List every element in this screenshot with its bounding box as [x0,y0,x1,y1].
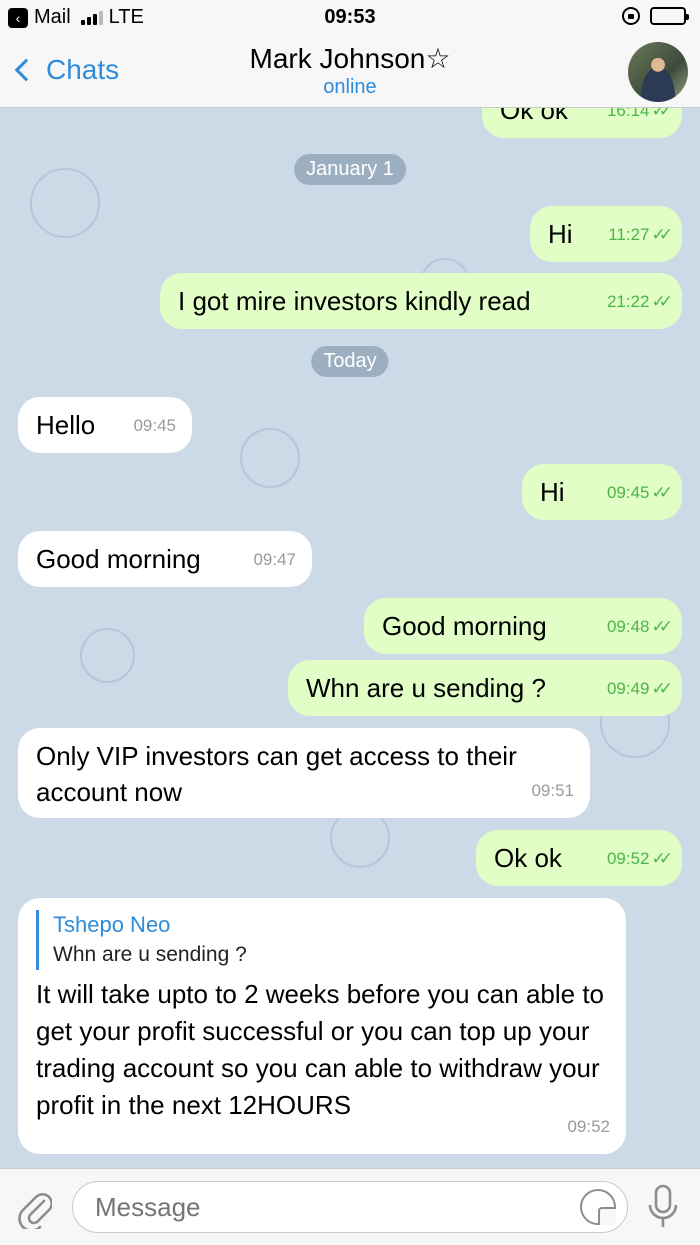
message-text: Good morning [36,544,201,574]
message-time: 09:45 [606,483,650,502]
message-meta: 11:27 ✓✓ [608,217,673,253]
read-ticks-icon: ✓✓ [651,679,673,698]
message-incoming[interactable]: Only VIP investors can get access to the… [18,728,590,818]
read-ticks-icon: ✓✓ [651,108,673,120]
message-time: 11:27 [608,225,650,244]
message-time: 09:52 [606,849,650,868]
message-time: 21:22 [606,292,650,311]
message-incoming-reply[interactable]: Tshepo Neo Whn are u sending ? It will t… [18,898,626,1154]
status-bar: ‹ Mail LTE 09:53 [0,0,700,36]
message-outgoing[interactable]: Whn are u sending ? 09:49 ✓✓ [288,660,682,716]
message-text: Hi [548,219,573,249]
message-meta: 09:49 ✓✓ [606,671,673,707]
message-time: 16:14 [606,108,650,120]
message-outgoing[interactable]: I got mire investors kindly read 21:22 ✓✓ [160,273,682,329]
message-text: Only VIP investors can get access to the… [36,741,517,807]
message-meta: 09:45 ✓✓ [606,475,673,511]
read-ticks-icon: ✓✓ [651,849,673,868]
message-text: Whn are u sending ? [306,673,546,703]
message-text: Good morning [382,611,547,641]
message-meta: 09:47 [253,542,296,578]
message-outgoing[interactable]: Ok ok 16:14 ✓✓ [482,108,682,138]
chat-status: online [323,76,377,98]
rotation-lock-icon [622,7,640,25]
message-time: 09:45 [133,416,176,435]
message-time: 09:47 [253,550,296,569]
battery-icon [650,7,689,25]
message-text: It will take upto to 2 weeks before you … [36,979,605,1120]
read-ticks-icon: ✓✓ [651,483,673,502]
reply-author: Tshepo Neo [53,912,171,937]
message-text: Ok ok [500,108,568,125]
microphone-icon[interactable] [646,1183,680,1231]
sticker-icon[interactable] [580,1189,616,1225]
read-ticks-icon: ✓✓ [651,617,673,636]
message-time: 09:48 [606,617,650,636]
wallpaper-doodle [80,628,135,683]
attach-icon[interactable] [18,1187,52,1229]
message-time: 09:49 [606,679,650,698]
message-meta: 09:48 ✓✓ [606,609,673,645]
reply-quote[interactable]: Tshepo Neo Whn are u sending ? [36,910,608,970]
message-outgoing[interactable]: Hi 11:27 ✓✓ [530,206,682,262]
read-ticks-icon: ✓✓ [651,292,673,311]
message-text: Hello [36,410,96,440]
message-text: Hi [540,477,565,507]
message-list[interactable]: Ok ok 16:14 ✓✓ January 1 Hi 11:27 ✓✓ I got… [0,108,700,1168]
message-incoming[interactable]: Good morning 09:47 [18,531,312,587]
message-meta: 09:45 [133,408,176,444]
message-incoming[interactable]: Hello 09:45 [18,397,192,453]
read-ticks-icon: ✓✓ [651,225,673,244]
message-meta: 09:51 [531,773,574,809]
wallpaper-doodle [30,168,100,238]
composer-bar [0,1168,700,1245]
message-meta: 09:52 ✓✓ [606,841,673,877]
wallpaper-doodle [240,428,300,488]
nav-bar: Chats Mark Johnson☆ online [0,36,700,108]
message-outgoing[interactable]: Ok ok 09:52 ✓✓ [476,830,682,886]
message-meta: 21:22 ✓✓ [606,284,673,320]
message-outgoing[interactable]: Hi 09:45 ✓✓ [522,464,682,520]
date-separator: Today [311,346,389,377]
message-time: 09:52 [567,1117,610,1136]
status-time: 09:53 [324,6,376,28]
message-outgoing[interactable]: Good morning 09:48 ✓✓ [364,598,682,654]
status-right [622,7,689,25]
message-meta: 16:14 ✓✓ [606,108,673,129]
reply-text: Whn are u sending ? [53,943,247,966]
message-text: I got mire investors kindly read [178,286,531,316]
chat-title[interactable]: Mark Johnson☆ [0,42,700,75]
message-input[interactable] [72,1181,628,1233]
message-text: Ok ok [494,843,562,873]
avatar[interactable] [628,42,688,102]
message-meta: 09:52 [567,1108,610,1145]
message-time: 09:51 [531,781,574,800]
date-separator: January 1 [294,154,406,185]
